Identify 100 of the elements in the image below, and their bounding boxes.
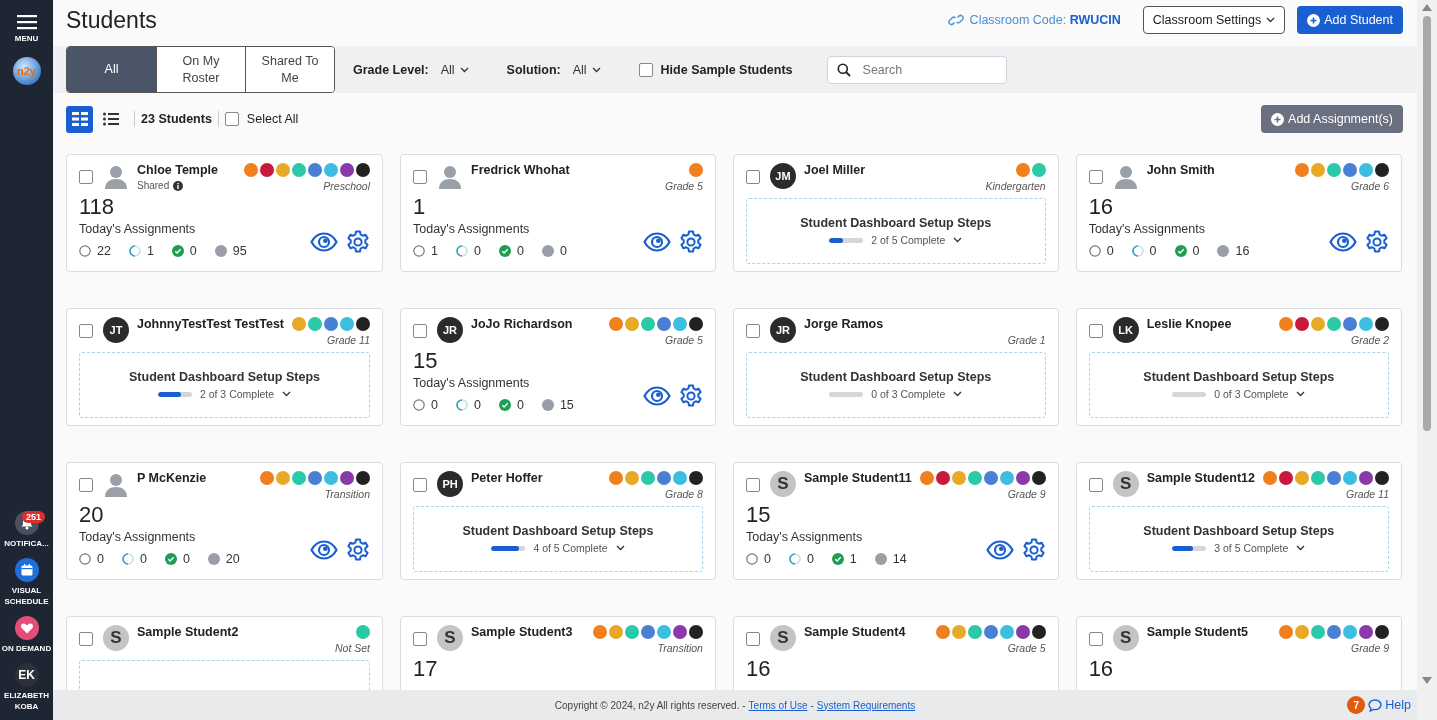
caret-icon[interactable] <box>282 391 292 397</box>
filter-dropdown[interactable]: Grade Level: All <box>353 62 469 77</box>
student-name[interactable]: P McKenzie <box>137 471 252 485</box>
student-name[interactable]: Sample Student4 <box>803 625 928 639</box>
student-name[interactable]: Sample Student3 <box>471 625 585 639</box>
eye-icon[interactable] <box>985 540 1014 560</box>
eye-icon[interactable] <box>1329 232 1357 252</box>
add-student-button[interactable]: Add Student <box>1297 6 1403 34</box>
student-name[interactable]: Chloe Temple <box>137 163 236 177</box>
student-name[interactable]: John Smith <box>1146 163 1287 177</box>
settings-icon[interactable] <box>1021 538 1046 562</box>
search-field[interactable]: Search <box>826 55 1007 84</box>
settings-icon[interactable] <box>1365 230 1389 254</box>
checkbox[interactable] <box>79 632 93 646</box>
help-button[interactable]: Help <box>1368 698 1411 712</box>
setup-panel[interactable]: Student Dashboard Setup Steps 4 of 5 Complete <box>413 506 703 572</box>
plus-circle-icon <box>1271 112 1285 126</box>
student-card[interactable]: Fredrick Whohat Grade 5 1 Today's Assignments 1 0 0 0 <box>400 154 716 272</box>
grade-label: Transition <box>324 488 370 500</box>
student-name[interactable]: JoJo Richardson <box>471 317 601 331</box>
student-card[interactable]: P McKenzie Transition 20 Today's Assignments 0 0 0 20 <box>66 462 383 580</box>
checkbox[interactable] <box>79 478 93 492</box>
search-input[interactable]: Search <box>860 61 995 78</box>
student-card[interactable]: S Sample Student12 Grade 11 Student Dashboard Setup Steps 3 of 5 Complete <box>1075 462 1402 580</box>
checkbox[interactable] <box>413 324 427 338</box>
eye-icon[interactable] <box>310 540 338 560</box>
student-card[interactable]: LK Leslie Knopee Grade 2 Student Dashboard Setup Steps 0 of 3 Complete <box>1075 308 1402 426</box>
checkbox[interactable] <box>1088 170 1103 184</box>
filter-tab[interactable]: Shared To Me <box>245 47 334 92</box>
checkbox[interactable] <box>413 170 427 184</box>
filter-tab[interactable]: All <box>67 47 156 92</box>
student-card[interactable]: S Sample Student4 Grade 5 16 <box>732 616 1059 690</box>
student-name[interactable]: Sample Student2 <box>137 625 327 639</box>
progress-text: 3 of 5 Complete <box>1214 542 1289 554</box>
checkbox[interactable] <box>1088 324 1103 338</box>
filter-dropdown[interactable]: Solution: All <box>506 62 601 77</box>
student-name[interactable]: Sample Student12 <box>1146 471 1255 485</box>
settings-icon[interactable] <box>346 538 370 562</box>
student-card[interactable]: PH Peter Hoffer Grade 8 Student Dashboard Setup Steps 4 of 5 Complete <box>400 462 716 580</box>
caret-icon[interactable] <box>1296 391 1306 397</box>
checkbox[interactable] <box>413 632 427 646</box>
student-name[interactable]: Sample Student11 <box>803 471 912 485</box>
student-card[interactable]: S Sample Student3 Transition 17 <box>400 616 716 690</box>
eye-icon[interactable] <box>310 232 338 252</box>
student-name[interactable]: Fredrick Whohat <box>471 163 657 177</box>
student-name[interactable]: Leslie Knopee <box>1146 317 1271 331</box>
student-card[interactable]: JT JohnnyTestTest TestTest Grade 11 Student Dashboard Setup Steps 2 of 3 Complete <box>66 308 383 426</box>
student-card[interactable]: S Sample Student11 Grade 9 15 Today's Assignments 0 0 1 14 <box>732 462 1059 580</box>
checkbox[interactable] <box>1088 632 1103 646</box>
student-card[interactable]: S Sample Student2 Not Set <box>66 616 383 690</box>
requirements-link[interactable]: System Requirements <box>816 699 916 711</box>
checkbox[interactable] <box>745 170 760 184</box>
user-button[interactable]: EK ELIZABETH KOBA <box>0 663 53 712</box>
setup-panel[interactable]: Student Dashboard Setup Steps 0 of 3 Complete <box>745 352 1046 418</box>
filter-tab[interactable]: On My Roster <box>156 47 245 92</box>
setup-panel[interactable]: Student Dashboard Setup Steps 2 of 3 Complete <box>79 352 370 418</box>
setup-title: Student Dashboard Setup Steps <box>129 370 320 384</box>
settings-icon[interactable] <box>678 230 703 254</box>
student-card[interactable]: JM Joel Miller Kindergarten Student Dashboard Setup Steps 2 of 5 Complete <box>732 154 1059 272</box>
setup-panel[interactable]: Student Dashboard Setup Steps 2 of 5 Complete <box>745 198 1046 264</box>
student-card[interactable]: John Smith Grade 6 16 Today's Assignments 0 0 0 16 <box>1075 154 1402 272</box>
checkbox[interactable] <box>413 478 427 492</box>
caret-icon[interactable] <box>1296 545 1306 551</box>
caret-icon[interactable] <box>615 545 625 551</box>
schedule-button[interactable]: VISUAL SCHEDULE <box>0 558 53 607</box>
checkbox[interactable] <box>745 324 760 338</box>
checkbox[interactable] <box>224 112 239 126</box>
notifications-button[interactable]: 251 NOTIFICA... <box>0 511 53 549</box>
menu-button[interactable]: MENU <box>14 14 39 43</box>
settings-icon[interactable] <box>678 384 703 408</box>
grid-view-button[interactable] <box>66 105 93 133</box>
student-card[interactable]: JR Jorge Ramos Grade 1 Student Dashboard Setup Steps 0 of 3 Complete <box>732 308 1059 426</box>
student-card[interactable]: Chloe Temple Shared Preschool 118 Today's Assignments 22 1 0 95 <box>66 154 383 272</box>
caret-icon[interactable] <box>953 391 963 397</box>
setup-panel[interactable]: Student Dashboard Setup Steps 0 of 3 Complete <box>1088 352 1389 418</box>
student-name[interactable]: Jorge Ramos <box>803 317 1000 331</box>
scrollbar[interactable] <box>1417 0 1437 720</box>
terms-link[interactable]: Terms of Use <box>748 699 808 711</box>
add-assignments-button[interactable]: Add Assignment(s) <box>1261 105 1403 133</box>
checkbox[interactable] <box>79 170 93 184</box>
grid-icon <box>71 112 88 126</box>
student-name[interactable]: Sample Student5 <box>1146 625 1271 639</box>
student-name[interactable]: Joel Miller <box>803 163 978 177</box>
progress-bar <box>1172 545 1207 551</box>
eye-icon[interactable] <box>642 232 671 252</box>
student-name[interactable]: JohnnyTestTest TestTest <box>137 317 284 331</box>
checkbox[interactable] <box>638 62 653 77</box>
checkbox[interactable] <box>1088 478 1103 492</box>
student-name[interactable]: Peter Hoffer <box>471 471 601 485</box>
student-card[interactable]: JR JoJo Richardson Grade 5 15 Today's Assignments 0 0 0 15 <box>400 308 716 426</box>
checkbox[interactable] <box>79 324 93 338</box>
eye-icon[interactable] <box>642 386 671 406</box>
checkbox[interactable] <box>745 478 760 492</box>
setup-panel[interactable]: Student Dashboard Setup Steps 3 of 5 Complete <box>1088 506 1389 572</box>
caret-icon[interactable] <box>953 237 963 243</box>
classroom-settings-button[interactable]: Classroom Settings <box>1142 6 1286 34</box>
settings-icon[interactable] <box>346 230 370 254</box>
student-card[interactable]: S Sample Student5 Grade 9 16 <box>1075 616 1402 690</box>
checkbox[interactable] <box>745 632 760 646</box>
demand-button[interactable]: ON DEMAND <box>0 616 53 654</box>
